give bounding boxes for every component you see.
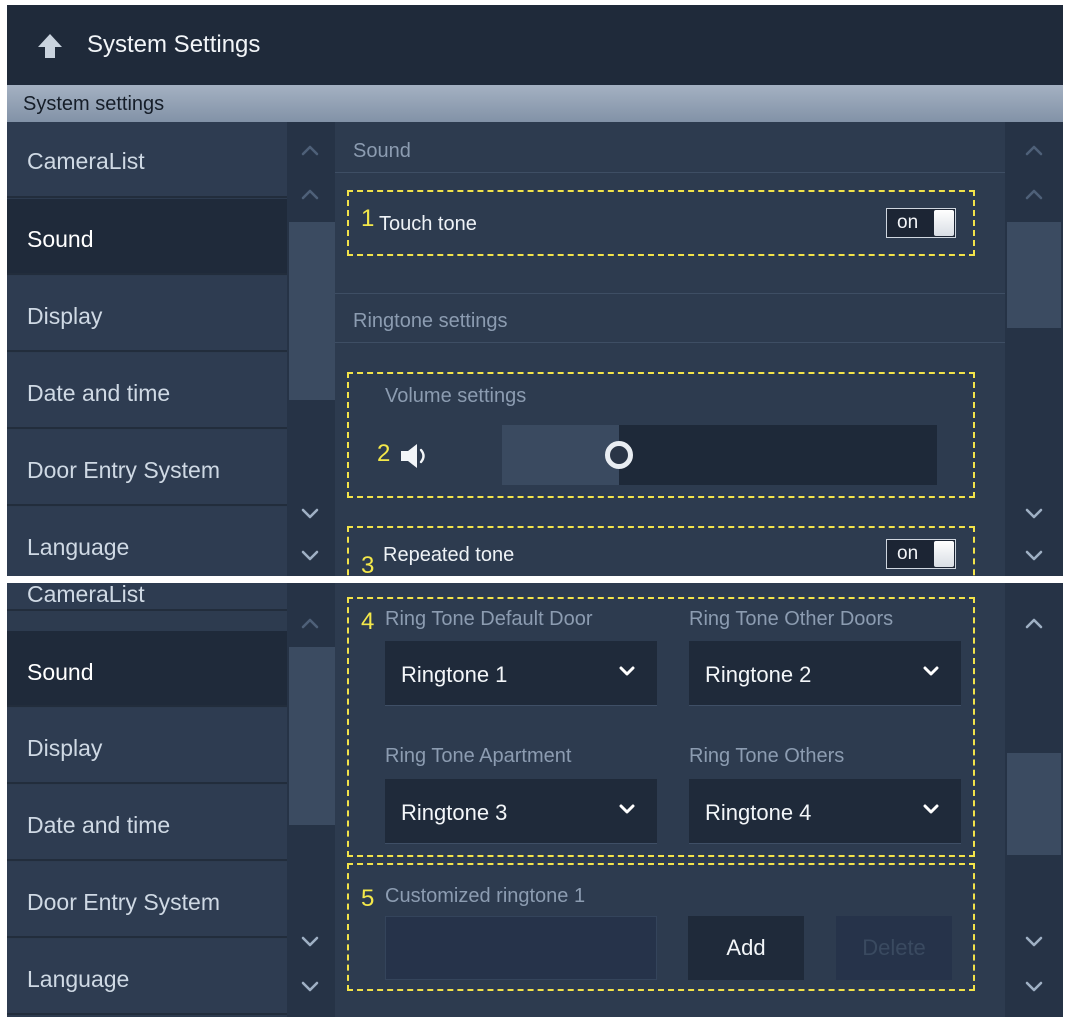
sidebar-item-label: Door Entry System [27,457,220,483]
sidebar-item-sound[interactable]: Sound [7,631,287,707]
sidebar-item-door-entry-system[interactable]: Door Entry System [7,862,287,938]
content-scrollbar[interactable] [1005,583,1063,1017]
sidebar-item-sound[interactable]: Sound [7,199,287,275]
sidebar-item-door-entry-system[interactable]: Door Entry System [7,430,287,506]
chevron-up-icon[interactable] [301,188,319,200]
sub-header: System settings [7,85,1063,122]
sidebar-item-label: Door Entry System [27,889,220,915]
sidebar-item-label: Sound [27,226,94,252]
settings-panel: 4 Ring Tone Default Door Ring Tone Other… [335,583,1005,1017]
divider [335,172,1005,173]
callout-number-4: 4 [361,608,375,635]
sidebar-item-date-and-time[interactable]: Date and time [7,785,287,861]
dropdown-value: Ringtone 2 [705,662,812,687]
volume-slider[interactable] [502,425,937,485]
chevron-down-icon[interactable] [301,550,319,562]
chevron-up-icon[interactable] [301,617,319,629]
chevron-down-icon[interactable] [301,936,319,948]
delete-button[interactable]: Delete [836,916,952,980]
section-title-sound: Sound [353,140,411,162]
sidebar-item-label: CameraList [27,148,145,174]
dropdown-value: Ringtone 1 [401,662,508,687]
screenshot-top: System Settings System settings CameraLi… [7,5,1063,576]
callout-number-5: 5 [361,885,375,912]
speaker-icon [401,444,425,468]
settings-panel: Sound 1 Touch tone on Ringtone settings … [335,122,1005,576]
volume-slider-knob[interactable] [605,441,633,469]
customized-ringtone-field[interactable] [385,916,657,980]
sidebar-scrollbar[interactable] [287,583,335,1017]
sidebar-item-date-and-time[interactable]: Date and time [7,353,287,429]
chevron-up-icon[interactable] [1025,144,1043,156]
scrollbar-thumb[interactable] [1007,753,1061,855]
sidebar-item-label: CameraList [27,583,145,607]
callout-number-2: 2 [377,440,391,467]
chevron-up-icon[interactable] [1025,617,1043,629]
chevron-down-icon[interactable] [301,508,319,520]
callout-number-1: 1 [361,205,375,232]
sidebar-item-cameralist[interactable]: CameraList [7,122,287,198]
ring-tone-default-door-dropdown[interactable]: Ringtone 1 [385,641,657,705]
sidebar-item-display[interactable]: Display [7,276,287,352]
ring-tone-apartment-label: Ring Tone Apartment [385,745,572,767]
screenshot-bottom: CameraList Sound Display Date and time D… [7,583,1063,1017]
touch-tone-label: Touch tone [379,213,477,235]
section-title-ringtone-settings: Ringtone settings [353,310,508,332]
sidebar-item-display[interactable]: Display [7,708,287,784]
dropdown-value: Ringtone 4 [705,800,812,825]
divider [335,293,1005,294]
volume-settings-label: Volume settings [385,385,527,407]
toggle-state-label: on [897,543,919,564]
ring-tone-others-label: Ring Tone Others [689,745,845,767]
add-button[interactable]: Add [688,916,804,980]
content-scrollbar[interactable] [1005,122,1063,576]
toggle-knob [934,210,954,236]
ring-tone-apartment-dropdown[interactable]: Ringtone 3 [385,779,657,843]
chevron-down-icon[interactable] [1025,936,1043,948]
sidebar-item-label: Language [27,966,130,992]
sidebar-item-cameralist[interactable]: CameraList [7,583,287,611]
sidebar-scrollbar[interactable] [287,122,335,576]
chevron-down-icon[interactable] [1025,550,1043,562]
sidebar-item-language[interactable]: Language [7,507,287,576]
sidebar-item-label: Display [27,303,103,329]
scrollbar-thumb[interactable] [289,647,335,825]
sub-header-title: System settings [23,93,165,115]
sidebar-item-label: Sound [27,659,94,685]
volume-slider-fill [502,425,619,485]
repeated-tone-label: Repeated tone [383,544,515,566]
chevron-down-icon[interactable] [1025,981,1043,993]
sidebar-item-label: Date and time [27,812,171,838]
customized-ringtone-label: Customized ringtone 1 [385,885,586,907]
ring-tone-others-dropdown[interactable]: Ringtone 4 [689,779,961,843]
back-arrow-icon[interactable] [35,31,65,61]
chevron-down-icon[interactable] [301,981,319,993]
chevron-up-icon[interactable] [1025,188,1043,200]
ring-tone-other-doors-dropdown[interactable]: Ringtone 2 [689,641,961,705]
title-bar: System Settings [7,5,1063,85]
chevron-down-icon [923,666,939,676]
ring-tone-other-doors-label: Ring Tone Other Doors [689,608,894,630]
scrollbar-thumb[interactable] [1007,222,1061,328]
scrollbar-thumb[interactable] [289,222,335,400]
chevron-up-icon[interactable] [301,144,319,156]
chevron-down-icon [619,804,635,814]
callout-number-3: 3 [361,552,375,576]
touch-tone-toggle[interactable]: on [886,208,956,238]
chevron-down-icon [923,804,939,814]
chevron-down-icon [619,666,635,676]
window-title: System Settings [87,31,261,58]
toggle-knob [934,541,954,567]
divider [335,342,1005,343]
toggle-state-label: on [897,212,919,233]
dropdown-value: Ringtone 3 [401,800,508,825]
sidebar-item-label: Display [27,735,103,761]
chevron-down-icon[interactable] [1025,508,1043,520]
sidebar-item-label: Date and time [27,380,171,406]
repeated-tone-toggle[interactable]: on [886,539,956,569]
ring-tone-default-door-label: Ring Tone Default Door [385,608,593,630]
sidebar-item-language[interactable]: Language [7,939,287,1015]
sidebar-item-label: Language [27,534,130,560]
